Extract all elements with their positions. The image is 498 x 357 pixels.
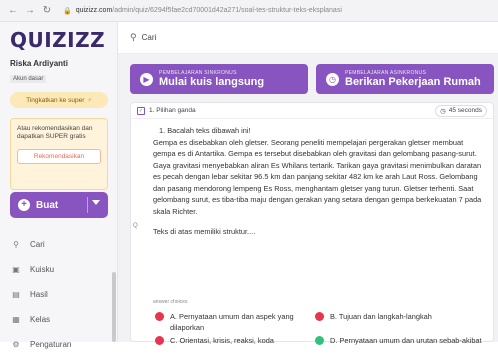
create-label: Buat: [36, 199, 59, 211]
question-type-label: 1. Pilihan ganda: [149, 107, 196, 114]
answer-option: C. Orientasi, krisis, reaksi, koda: [155, 335, 315, 346]
search-icon: ⚲: [130, 32, 137, 42]
sidebar-nav: ⚲ Cari ▣ Kuisku ▤ Hasil ▦ Kelas ⚙ Pengat…: [10, 232, 108, 357]
quizizz-logo[interactable]: QUIZIZZ: [10, 28, 105, 52]
lightning-icon: ⚡: [87, 97, 92, 104]
sidebar-item-label: Cari: [30, 240, 45, 249]
question-type: ✓ 1. Pilihan ganda: [137, 106, 196, 115]
upgrade-button[interactable]: Tingkatkan ke super ⚡: [10, 92, 108, 108]
time-label: 45 seconds: [448, 107, 482, 114]
sidebar-item-my-quizzes[interactable]: ▣ Kuisku: [10, 257, 108, 282]
answer-option: A. Pernyataan umum dan aspek yang dilapo…: [155, 311, 315, 333]
incorrect-dot-icon: [155, 312, 164, 321]
sidebar-item-label: Hasil: [30, 290, 48, 299]
answer-option-text: A. Pernyataan umum dan aspek yang dilapo…: [170, 312, 294, 332]
url-host: quizizz.com: [75, 7, 113, 14]
answer-option-text: B. Tujuan dan langkah-langkah: [330, 312, 432, 321]
question-passage: Gempa es disebabkan oleh gletser. Seoran…: [153, 137, 482, 216]
address-bar[interactable]: 🔒 quizizz.com/admin/quiz/6294f5fae2cd700…: [63, 3, 490, 19]
clock-icon: ◷: [326, 72, 339, 86]
answer-option: D. Pernyataan umum dan urutan sebab-akib…: [315, 335, 485, 346]
async-sub-label: PEMBELAJARAN ASINKRONUS: [345, 70, 427, 76]
promo-text: Atau rekomendasikan dan dapatkan SUPER g…: [17, 125, 93, 140]
sidebar-item-label: Kuisku: [30, 265, 55, 274]
sidebar-item-label: Pengaturan: [30, 340, 72, 349]
lock-icon: 🔒: [63, 7, 72, 15]
answer-option-text: D. Pernyataan umum dan urutan sebab-akib…: [330, 336, 482, 345]
sidebar-scrollbar[interactable]: [112, 272, 116, 342]
answer-choices-label: answer choices: [153, 299, 188, 305]
sidebar-item-search[interactable]: ⚲ Cari: [10, 232, 108, 257]
sidebar-item-classes[interactable]: ▦ Kelas: [10, 307, 108, 332]
upgrade-label: Tingkatkan ke super: [26, 96, 85, 104]
incorrect-dot-icon: [315, 312, 324, 321]
recommend-button[interactable]: Rekomendasikan: [17, 149, 101, 164]
assign-homework-button[interactable]: ◷ PEMBELAJARAN ASINKRONUS Berikan Pekerj…: [316, 64, 494, 94]
chart-icon: ▤: [12, 290, 20, 299]
question-marker: Q: [133, 223, 138, 229]
sidebar-item-results[interactable]: ▤ Hasil: [10, 282, 108, 307]
account-type-badge: Akun dasar: [10, 75, 47, 83]
sync-sub-label: PEMBELAJARAN SINKRONUS: [159, 70, 237, 76]
main-content: ▶ PEMBELAJARAN SINKRONUS Mulai kuis lang…: [118, 54, 498, 345]
incorrect-dot-icon: [155, 336, 164, 345]
plus-icon: +: [18, 199, 30, 211]
referral-promo: Atau rekomendasikan dan dapatkan SUPER g…: [10, 118, 108, 190]
answer-option-text: C. Orientasi, krisis, reaksi, koda: [170, 336, 274, 345]
top-search-bar[interactable]: ⚲ Cari: [118, 22, 498, 54]
reload-icon[interactable]: ↻: [40, 4, 54, 18]
folder-icon: ▣: [12, 265, 20, 274]
start-live-quiz-button[interactable]: ▶ PEMBELAJARAN SINKRONUS Mulai kuis lang…: [130, 64, 308, 94]
sidebar-item-settings[interactable]: ⚙ Pengaturan: [10, 332, 108, 357]
async-label: Berikan Pekerjaan Rumah: [345, 76, 481, 88]
question-body: 1. Bacalah teks dibawah ini! Gempa es di…: [131, 119, 493, 238]
sidebar: QUIZIZZ Riska Ardiyanti Akun dasar Tingk…: [0, 22, 118, 349]
sidebar-item-label: Kelas: [30, 315, 51, 324]
create-button[interactable]: + Buat: [10, 192, 108, 218]
clock-icon: ◷: [440, 107, 446, 115]
back-arrow-icon[interactable]: ←: [6, 4, 20, 18]
time-badge[interactable]: ◷ 45 seconds: [435, 104, 487, 117]
chevron-down-icon[interactable]: [92, 200, 100, 205]
forward-arrow-icon[interactable]: →: [23, 4, 37, 18]
search-icon: ⚲: [13, 240, 19, 249]
question-intro: 1. Bacalah teks dibawah ini!: [159, 126, 251, 135]
class-icon: ▦: [12, 315, 20, 324]
question-header: ✓ 1. Pilihan ganda ◷ 45 seconds: [131, 103, 493, 119]
search-input[interactable]: Cari: [142, 33, 157, 42]
question-prompt: Teks di atas memiliki struktur....: [153, 227, 256, 236]
sync-label: Mulai kuis langsung: [159, 76, 265, 88]
correct-dot-icon: [315, 336, 324, 345]
browser-toolbar: ← → ↻ 🔒 quizizz.com/admin/quiz/6294f5fae…: [0, 0, 498, 22]
checkbox-icon: ✓: [137, 106, 145, 115]
url-path: /admin/quiz/6294f5fae2cd70001d42a271/soa…: [112, 7, 342, 14]
gear-icon: ⚙: [12, 340, 20, 349]
question-card: ✓ 1. Pilihan ganda ◷ 45 seconds Q 1. Bac…: [130, 102, 494, 345]
create-divider: [87, 197, 88, 213]
user-name: Riska Ardiyanti: [10, 59, 68, 68]
live-quiz-icon: ▶: [140, 72, 153, 86]
answer-option: B. Tujuan dan langkah-langkah: [315, 311, 485, 322]
